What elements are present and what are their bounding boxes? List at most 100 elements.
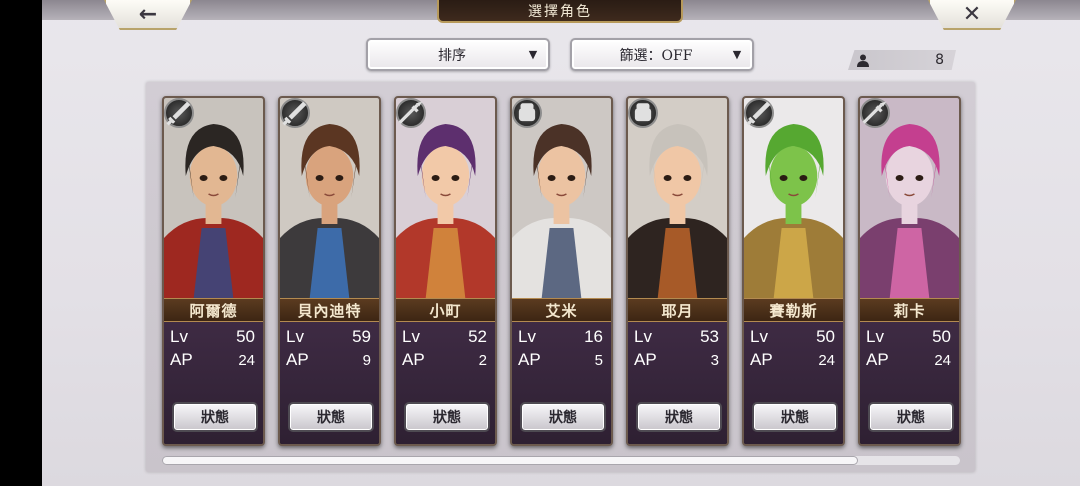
level-value: 16	[584, 327, 603, 346]
character-name: 貝內迪特	[280, 298, 379, 322]
character-portrait	[744, 98, 843, 298]
character-name: 耶月	[628, 298, 727, 322]
level-row: Lv 52	[402, 326, 487, 348]
close-icon: ✕	[962, 1, 982, 27]
character-card[interactable]: 莉卡 Lv 50 AP 24 狀態	[858, 96, 961, 446]
sort-label: 排序	[438, 47, 466, 64]
level-row: Lv 50	[170, 326, 255, 348]
character-portrait	[164, 98, 263, 298]
character-list-panel: 阿爾德 Lv 50 AP 24 狀態 貝內迪特 Lv 59 AP 9 狀態 小町…	[146, 82, 975, 472]
level-value: 59	[352, 327, 371, 346]
character-card[interactable]: 賽勒斯 Lv 50 AP 24 狀態	[742, 96, 845, 446]
ap-row: AP 24	[750, 349, 835, 371]
status-button[interactable]: 狀態	[752, 402, 838, 432]
level-row: Lv 50	[750, 326, 835, 348]
ap-label: AP	[750, 350, 773, 369]
close-button[interactable]: ✕	[928, 0, 1016, 30]
weapon-type-icon	[164, 98, 194, 128]
level-label: Lv	[402, 327, 420, 346]
back-arrow-icon: ←	[138, 1, 158, 27]
weapon-type-icon	[396, 98, 426, 128]
level-value: 52	[468, 327, 487, 346]
weapon-type-icon	[860, 98, 890, 128]
status-button[interactable]: 狀態	[288, 402, 374, 432]
ap-label: AP	[286, 350, 309, 369]
character-count: 8	[935, 52, 944, 68]
character-stats: Lv 50 AP 24 狀態	[860, 322, 959, 444]
character-name: 莉卡	[860, 298, 959, 322]
ap-row: AP 3	[634, 349, 719, 371]
character-stats: Lv 16 AP 5 狀態	[512, 322, 611, 444]
level-row: Lv 59	[286, 326, 371, 348]
status-button[interactable]: 狀態	[404, 402, 490, 432]
ap-value: 24	[238, 351, 255, 369]
character-stats: Lv 59 AP 9 狀態	[280, 322, 379, 444]
status-button[interactable]: 狀態	[868, 402, 954, 432]
character-card[interactable]: 阿爾德 Lv 50 AP 24 狀態	[162, 96, 265, 446]
character-stats: Lv 53 AP 3 狀態	[628, 322, 727, 444]
ap-value: 2	[478, 351, 487, 369]
character-portrait	[860, 98, 959, 298]
character-card[interactable]: 艾米 Lv 16 AP 5 狀態	[510, 96, 613, 446]
page-title: 選擇角色	[437, 0, 683, 23]
ap-value: 3	[710, 351, 719, 369]
status-button[interactable]: 狀態	[636, 402, 722, 432]
level-value: 50	[932, 327, 951, 346]
character-stats: Lv 50 AP 24 狀態	[744, 322, 843, 444]
level-label: Lv	[170, 327, 188, 346]
status-button[interactable]: 狀態	[520, 402, 606, 432]
character-select-screen: ← 選擇角色 ✕ 排序 ▼ 篩選：OFF ▼ 8 阿爾德 Lv 50 AP 24…	[42, 0, 1080, 486]
weapon-type-icon	[744, 98, 774, 128]
scrollbar-thumb[interactable]	[162, 456, 858, 465]
filter-label: 篩選：OFF	[619, 47, 693, 64]
weapon-type-icon	[512, 98, 542, 128]
status-button[interactable]: 狀態	[172, 402, 258, 432]
character-stats: Lv 52 AP 2 狀態	[396, 322, 495, 444]
ap-value: 9	[362, 351, 371, 369]
filter-dropdown[interactable]: 篩選：OFF ▼	[570, 38, 754, 71]
character-portrait	[396, 98, 495, 298]
sort-dropdown[interactable]: 排序 ▼	[366, 38, 550, 71]
person-icon	[848, 54, 878, 67]
character-name: 小町	[396, 298, 495, 322]
horizontal-scrollbar[interactable]	[162, 456, 960, 465]
ap-label: AP	[518, 350, 541, 369]
level-label: Lv	[286, 327, 304, 346]
character-portrait	[628, 98, 727, 298]
level-row: Lv 53	[634, 326, 719, 348]
ap-value: 24	[934, 351, 951, 369]
chevron-down-icon: ▼	[528, 48, 538, 61]
character-portrait	[512, 98, 611, 298]
weapon-type-icon	[628, 98, 658, 128]
character-portrait	[280, 98, 379, 298]
left-black-bar	[0, 0, 42, 486]
chevron-down-icon: ▼	[732, 48, 742, 61]
character-name: 艾米	[512, 298, 611, 322]
character-count-badge: 8	[848, 50, 956, 70]
ap-row: AP 24	[866, 349, 951, 371]
character-name: 賽勒斯	[744, 298, 843, 322]
ap-value: 24	[818, 351, 835, 369]
level-row: Lv 16	[518, 326, 603, 348]
level-row: Lv 50	[866, 326, 951, 348]
level-value: 53	[700, 327, 719, 346]
character-card[interactable]: 小町 Lv 52 AP 2 狀態	[394, 96, 497, 446]
ap-label: AP	[170, 350, 193, 369]
ap-row: AP 9	[286, 349, 371, 371]
character-card[interactable]: 貝內迪特 Lv 59 AP 9 狀態	[278, 96, 381, 446]
level-label: Lv	[750, 327, 768, 346]
ap-row: AP 5	[518, 349, 603, 371]
character-card[interactable]: 耶月 Lv 53 AP 3 狀態	[626, 96, 729, 446]
level-label: Lv	[518, 327, 536, 346]
ap-label: AP	[634, 350, 657, 369]
ap-label: AP	[866, 350, 889, 369]
ap-value: 5	[594, 351, 603, 369]
ap-label: AP	[402, 350, 425, 369]
weapon-type-icon	[280, 98, 310, 128]
level-label: Lv	[866, 327, 884, 346]
character-name: 阿爾德	[164, 298, 263, 322]
ap-row: AP 2	[402, 349, 487, 371]
back-button[interactable]: ←	[104, 0, 192, 30]
character-stats: Lv 50 AP 24 狀態	[164, 322, 263, 444]
ap-row: AP 24	[170, 349, 255, 371]
